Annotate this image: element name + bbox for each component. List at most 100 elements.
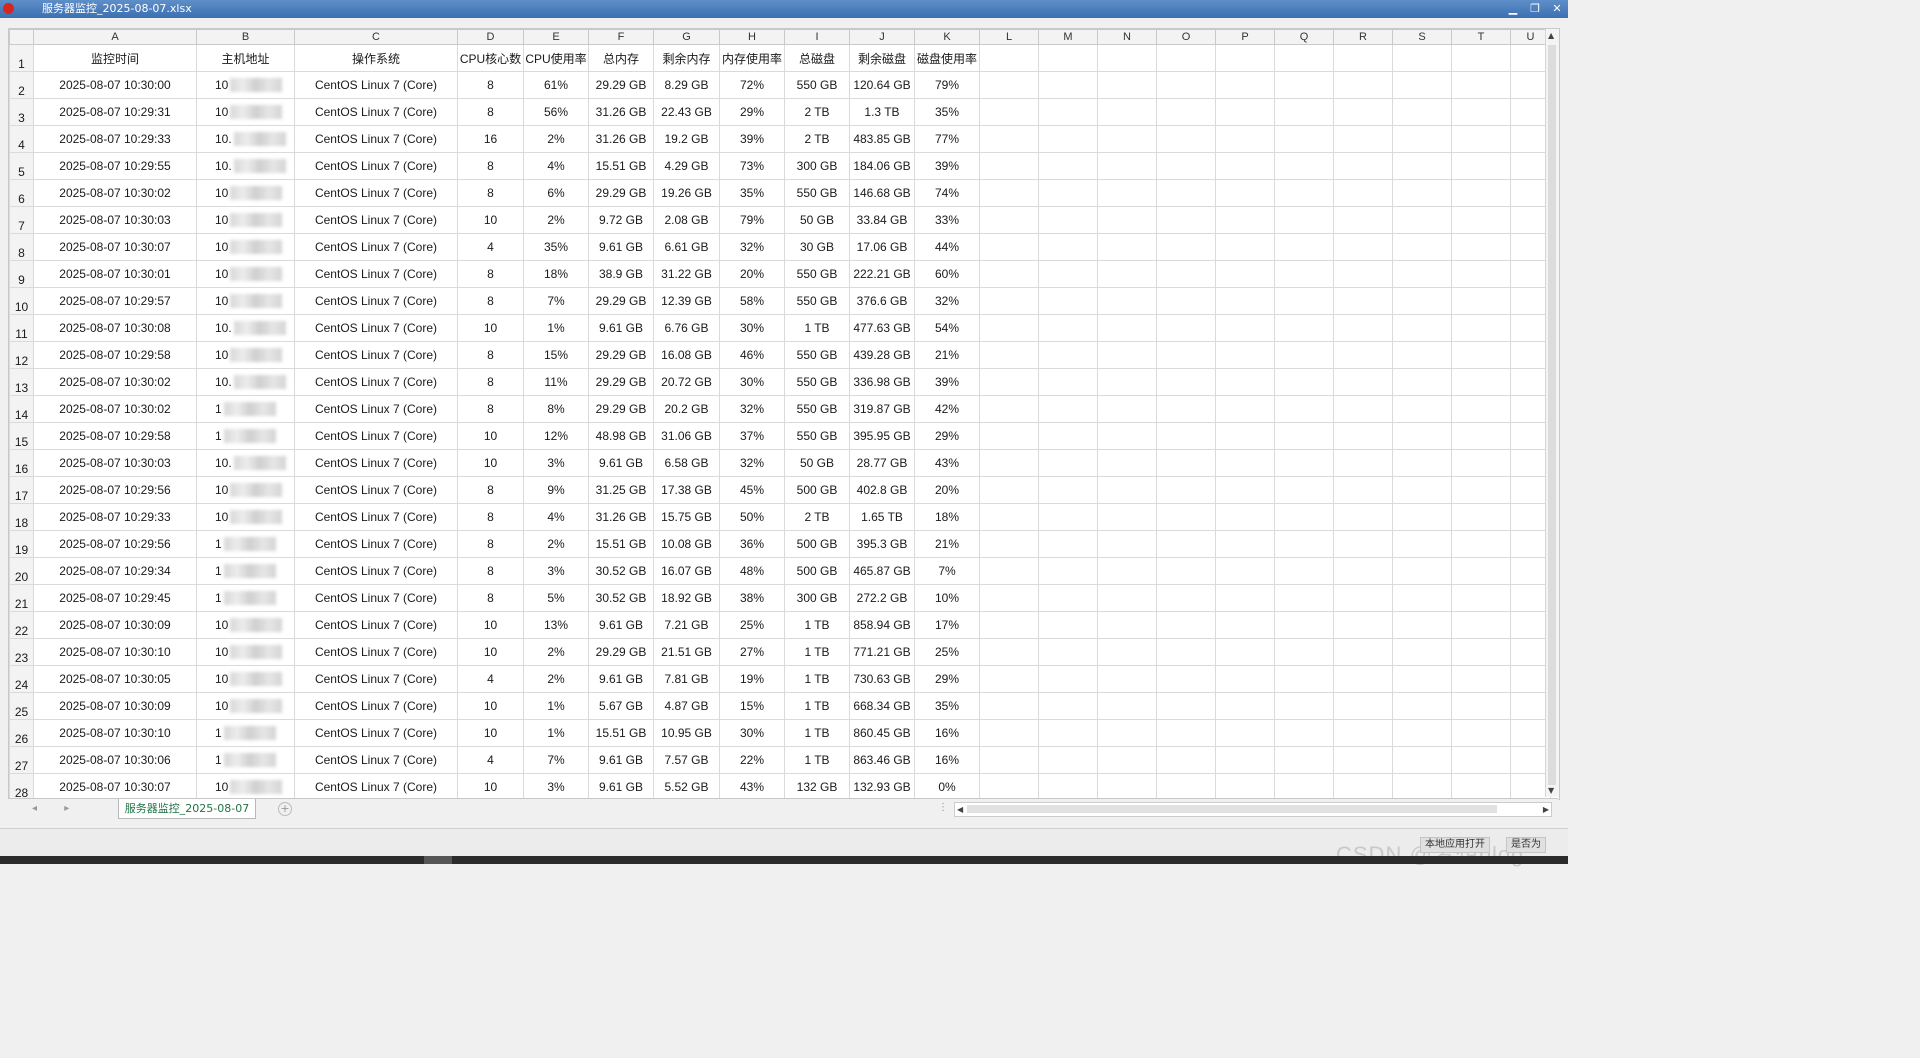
cell-j7[interactable]: 33.84 GB [849,206,915,234]
row-header-15[interactable]: 15 [9,422,34,450]
cell-b23[interactable]: 10 [196,638,295,666]
empty-cell[interactable] [1156,638,1216,666]
empty-cell[interactable] [1392,557,1452,585]
cell-a12[interactable]: 2025-08-07 10:29:58 [33,341,197,369]
cell-f17[interactable]: 31.25 GB [588,476,654,504]
column-header-h[interactable]: H [719,29,785,45]
empty-cell[interactable] [1097,638,1157,666]
empty-cell[interactable] [1392,44,1452,72]
empty-cell[interactable] [1392,314,1452,342]
empty-cell[interactable] [1038,314,1098,342]
cell-b3[interactable]: 10 [196,98,295,126]
cell-j14[interactable]: 319.87 GB [849,395,915,423]
cell-c10[interactable]: CentOS Linux 7 (Core) [294,287,458,315]
empty-cell[interactable] [1392,692,1452,720]
cell-e17[interactable]: 9% [523,476,589,504]
empty-cell[interactable] [1215,611,1275,639]
cell-f26[interactable]: 15.51 GB [588,719,654,747]
cell-b9[interactable]: 10 [196,260,295,288]
empty-cell[interactable] [979,179,1039,207]
empty-cell[interactable] [1274,314,1334,342]
cell-i26[interactable]: 1 TB [784,719,850,747]
cell-j20[interactable]: 465.87 GB [849,557,915,585]
cell-a22[interactable]: 2025-08-07 10:30:09 [33,611,197,639]
cell-j13[interactable]: 336.98 GB [849,368,915,396]
empty-cell[interactable] [1451,179,1511,207]
empty-cell[interactable] [1274,341,1334,369]
cell-h2[interactable]: 72% [719,71,785,99]
empty-cell[interactable] [1215,368,1275,396]
empty-cell[interactable] [1333,287,1393,315]
empty-cell[interactable] [1097,206,1157,234]
cell-k22[interactable]: 17% [914,611,980,639]
cell-g7[interactable]: 2.08 GB [653,206,720,234]
cell-f20[interactable]: 30.52 GB [588,557,654,585]
empty-cell[interactable] [1392,233,1452,261]
cell-c14[interactable]: CentOS Linux 7 (Core) [294,395,458,423]
select-all-corner[interactable] [9,29,34,45]
cell-d14[interactable]: 8 [457,395,524,423]
cell-c25[interactable]: CentOS Linux 7 (Core) [294,692,458,720]
row-header-10[interactable]: 10 [9,287,34,315]
cell-j17[interactable]: 402.8 GB [849,476,915,504]
cell-e14[interactable]: 8% [523,395,589,423]
cell-i15[interactable]: 550 GB [784,422,850,450]
row-header-2[interactable]: 2 [9,71,34,99]
row-header-19[interactable]: 19 [9,530,34,558]
cell-k20[interactable]: 7% [914,557,980,585]
empty-cell[interactable] [1097,611,1157,639]
cell-k19[interactable]: 21% [914,530,980,558]
empty-cell[interactable] [1333,557,1393,585]
cell-d7[interactable]: 10 [457,206,524,234]
cell-i24[interactable]: 1 TB [784,665,850,693]
row-header-7[interactable]: 7 [9,206,34,234]
minimize-button[interactable]: ▁ [1506,0,1520,18]
empty-cell[interactable] [1392,395,1452,423]
cell-e13[interactable]: 11% [523,368,589,396]
cell-d12[interactable]: 8 [457,341,524,369]
column-header-e[interactable]: E [523,29,589,45]
cell-k4[interactable]: 77% [914,125,980,153]
cell-h15[interactable]: 37% [719,422,785,450]
empty-cell[interactable] [1333,395,1393,423]
empty-cell[interactable] [1451,368,1511,396]
empty-cell[interactable] [1215,125,1275,153]
empty-cell[interactable] [1392,368,1452,396]
cell-b27[interactable]: 1 [196,746,295,774]
row-header-14[interactable]: 14 [9,395,34,423]
empty-cell[interactable] [1451,584,1511,612]
cell-g1[interactable]: 剩余内存 [653,44,720,72]
cell-h16[interactable]: 32% [719,449,785,477]
cell-a4[interactable]: 2025-08-07 10:29:33 [33,125,197,153]
cell-d4[interactable]: 16 [457,125,524,153]
cell-i13[interactable]: 550 GB [784,368,850,396]
empty-cell[interactable] [1392,719,1452,747]
cell-f14[interactable]: 29.29 GB [588,395,654,423]
cell-c13[interactable]: CentOS Linux 7 (Core) [294,368,458,396]
empty-cell[interactable] [1097,287,1157,315]
empty-cell[interactable] [1215,71,1275,99]
empty-cell[interactable] [1215,287,1275,315]
empty-cell[interactable] [1392,449,1452,477]
vertical-scrollbar[interactable]: ▲ ▼ [1545,29,1559,797]
cell-i2[interactable]: 550 GB [784,71,850,99]
empty-cell[interactable] [1333,341,1393,369]
empty-cell[interactable] [1274,125,1334,153]
cell-d21[interactable]: 8 [457,584,524,612]
empty-cell[interactable] [1451,665,1511,693]
empty-cell[interactable] [1215,260,1275,288]
cell-c2[interactable]: CentOS Linux 7 (Core) [294,71,458,99]
empty-cell[interactable] [1038,476,1098,504]
empty-cell[interactable] [1333,422,1393,450]
empty-cell[interactable] [979,611,1039,639]
cell-b22[interactable]: 10 [196,611,295,639]
cell-h22[interactable]: 25% [719,611,785,639]
row-header-25[interactable]: 25 [9,692,34,720]
empty-cell[interactable] [979,665,1039,693]
cell-a5[interactable]: 2025-08-07 10:29:55 [33,152,197,180]
empty-cell[interactable] [1451,341,1511,369]
cell-a8[interactable]: 2025-08-07 10:30:07 [33,233,197,261]
cell-d18[interactable]: 8 [457,503,524,531]
empty-cell[interactable] [1097,98,1157,126]
cell-e10[interactable]: 7% [523,287,589,315]
